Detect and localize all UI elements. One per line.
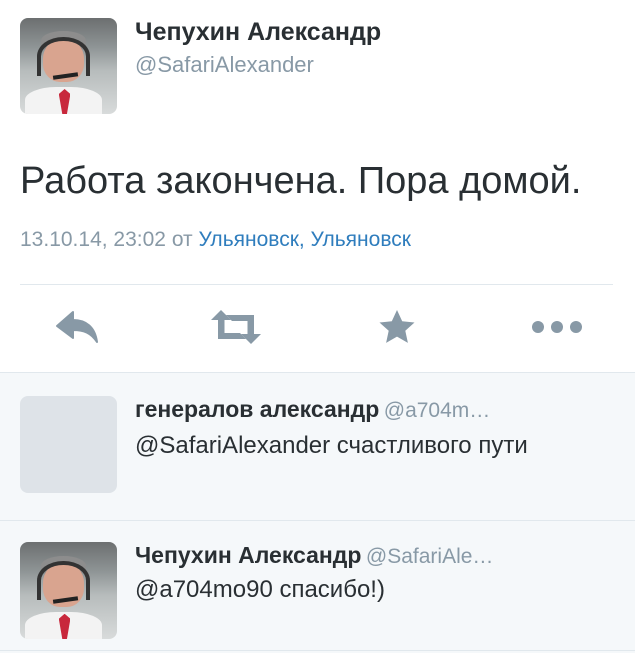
reply-header: генералов александр @a704m… — [135, 396, 615, 423]
author-name[interactable]: Чепухин Александр — [135, 18, 381, 47]
tweet-location-link[interactable]: Ульяновск, Ульяновск — [199, 228, 411, 251]
favorite-button[interactable] — [367, 302, 427, 352]
author-handle[interactable]: @SafariAlexander — [135, 52, 314, 78]
tweet-actions — [0, 302, 635, 352]
more-button[interactable] — [527, 302, 587, 352]
reply-author-handle[interactable]: @SafariAle… — [366, 545, 494, 568]
tweet-meta: 13.10.14, 23:02 от Ульяновск, Ульяновск — [20, 228, 411, 252]
replies-list: генералов александр @a704m… @SafariAlexa… — [0, 372, 635, 653]
reply-text: @a704mo90 спасибо!) — [135, 576, 385, 603]
tweet-from-word: от — [171, 228, 193, 251]
reply-author-name[interactable]: генералов александр — [135, 396, 379, 422]
reply-tweet[interactable]: Чепухин Александр @SafariAle… @a704mo90 … — [0, 520, 635, 653]
reply-icon — [56, 311, 98, 343]
tweet-text: Работа закончена. Пора домой. — [20, 160, 582, 202]
reply-header: Чепухин Александр @SafariAle… — [135, 542, 615, 569]
divider — [0, 650, 635, 651]
reply-tweet[interactable]: генералов александр @a704m… @SafariAlexa… — [0, 372, 635, 520]
reply-author-handle[interactable]: @a704m… — [384, 399, 491, 422]
divider — [20, 284, 613, 285]
reply-avatar[interactable] — [20, 396, 117, 493]
more-icon — [532, 321, 582, 333]
star-icon — [379, 310, 415, 343]
retweet-button[interactable] — [206, 302, 266, 352]
tweet-timestamp: 13.10.14, 23:02 — [20, 228, 166, 251]
reply-author-name[interactable]: Чепухин Александр — [135, 542, 361, 568]
retweet-icon — [211, 310, 261, 344]
main-tweet: Чепухин Александр @SafariAlexander Работ… — [0, 0, 635, 372]
reply-avatar[interactable] — [20, 542, 117, 639]
author-avatar[interactable] — [20, 18, 117, 114]
reply-button[interactable] — [47, 302, 107, 352]
reply-text: @SafariAlexander счастливого пути — [135, 432, 528, 459]
